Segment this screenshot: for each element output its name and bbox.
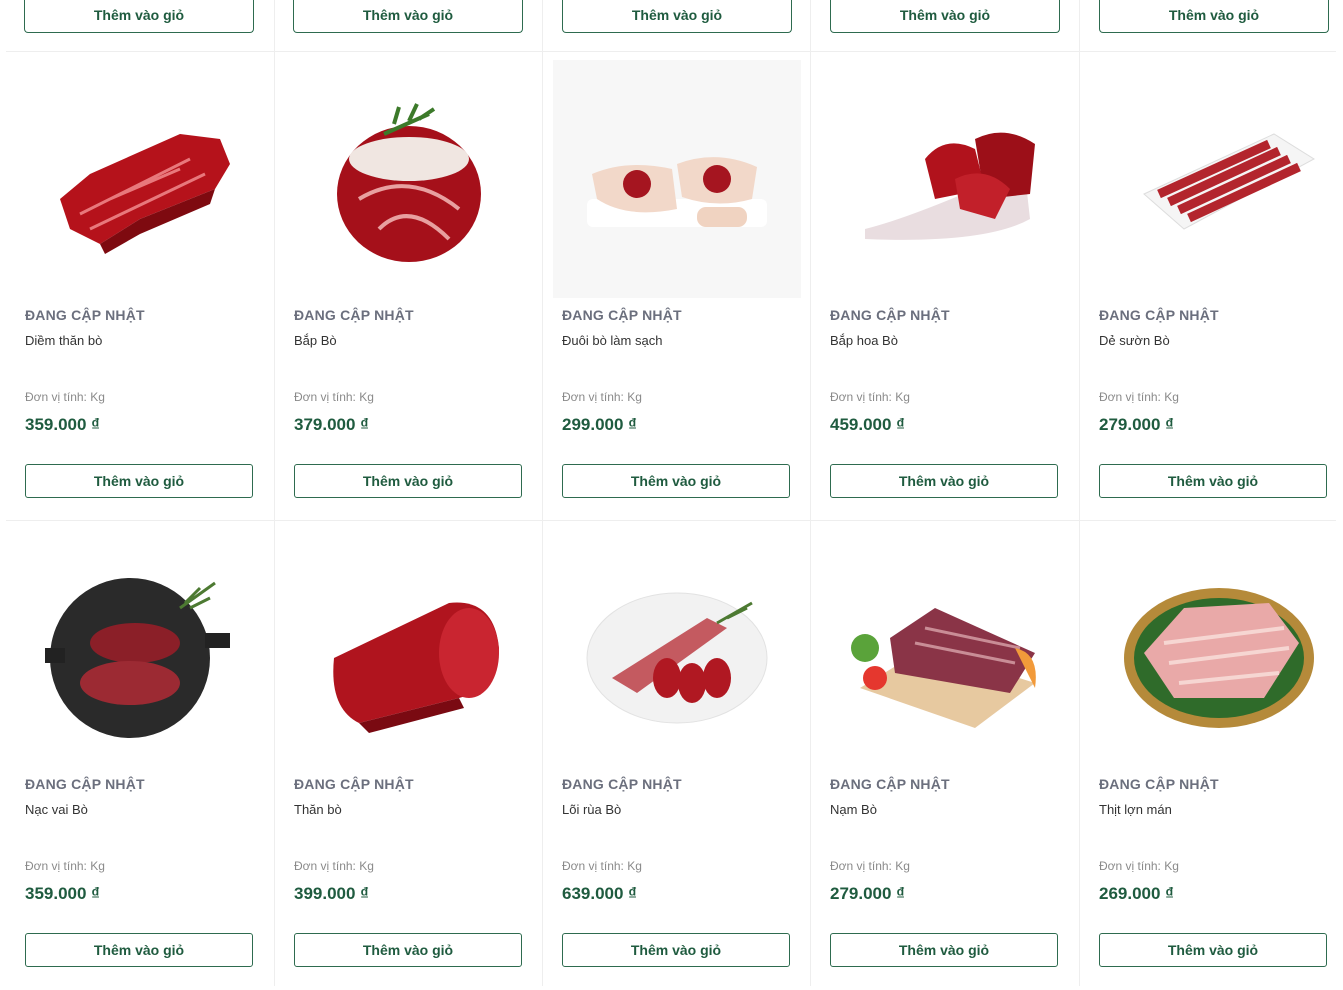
product-price: 459.000 ₫ [830,415,905,434]
product-card[interactable]: ĐANG CẬP NHẬT Đuôi bò làm sạch Đơn vị tí… [543,52,811,521]
product-unit: Đơn vị tính: Kg [294,390,374,404]
product-name[interactable]: Dẻ sườn Bò [1099,333,1170,348]
product-price: 399.000 ₫ [294,884,369,903]
add-to-cart-button[interactable]: Thêm vào giỏ [294,933,522,967]
product-image[interactable] [553,60,801,298]
product-unit: Đơn vị tính: Kg [294,859,374,873]
product-brand: ĐANG CẬP NHẬT [830,776,950,792]
beef-brisket-board-icon [851,608,1036,728]
add-to-cart-button[interactable]: Thêm vào giỏ [1099,933,1327,967]
beef-heel-muscle-icon [865,132,1035,240]
product-name[interactable]: Nạm Bò [830,802,877,817]
product-price: 269.000 ₫ [1099,884,1174,903]
product-image[interactable] [821,529,1069,767]
add-to-cart-button[interactable]: Thêm vào giỏ [1099,464,1327,498]
product-price: 299.000 ₫ [562,415,637,434]
product-name[interactable]: Bắp hoa Bò [830,333,898,348]
product-name[interactable]: Thăn bò [294,802,342,817]
product-unit: Đơn vị tính: Kg [1099,859,1179,873]
product-name[interactable]: Bắp Bò [294,333,337,348]
product-price: 279.000 ₫ [1099,415,1174,434]
add-to-cart-button[interactable]: Thêm vào giỏ [562,0,792,33]
product-image[interactable] [821,60,1069,298]
pork-on-woven-tray-icon [1124,588,1314,728]
product-unit: Đơn vị tính: Kg [25,859,105,873]
product-unit: Đơn vị tính: Kg [25,390,105,404]
beef-shin-slices-plate-icon [586,592,768,724]
product-image[interactable] [285,60,533,298]
product-price: 359.000 ₫ [25,884,100,903]
product-price: 359.000 ₫ [25,415,100,434]
product-card[interactable]: ĐANG CẬP NHẬT Nạc vai Bò Đơn vị tính: Kg… [6,521,274,990]
product-card[interactable]: ĐANG CẬP NHẬT Diềm thăn bò Đơn vị tính: … [6,52,274,521]
add-to-cart-button[interactable]: Thêm vào giỏ [293,0,523,33]
product-image[interactable] [1090,60,1338,298]
add-to-cart-button[interactable]: Thêm vào giỏ [830,0,1060,33]
product-brand: ĐANG CẬP NHẬT [1099,776,1219,792]
add-to-cart-button[interactable]: Thêm vào giỏ [25,464,253,498]
beef-shank-with-rosemary-icon [337,103,481,262]
add-to-cart-button[interactable]: Thêm vào giỏ [25,933,253,967]
oxtail-pieces-icon [587,157,767,227]
add-to-cart-button[interactable]: Thêm vào giỏ [830,464,1058,498]
product-image[interactable] [16,60,264,298]
product-card[interactable]: ĐANG CẬP NHẬT Bắp hoa Bò Đơn vị tính: Kg… [811,52,1079,521]
add-to-cart-button[interactable]: Thêm vào giỏ [562,464,790,498]
product-unit: Đơn vị tính: Kg [830,390,910,404]
product-unit: Đơn vị tính: Kg [562,390,642,404]
product-brand: ĐANG CẬP NHẬT [830,307,950,323]
product-name[interactable]: Đuôi bò làm sạch [562,333,662,348]
product-card[interactable]: ĐANG CẬP NHẬT Bắp Bò Đơn vị tính: Kg 379… [275,52,543,521]
product-price: 279.000 ₫ [830,884,905,903]
product-name[interactable]: Nạc vai Bò [25,802,88,817]
product-image[interactable] [553,529,801,767]
beef-flank-cut-icon [60,134,230,254]
product-card[interactable]: ĐANG CẬP NHẬT Thăn bò Đơn vị tính: Kg 39… [275,521,543,990]
product-brand: ĐANG CẬP NHẬT [1099,307,1219,323]
beef-rib-strips-tray-icon [1143,133,1315,230]
add-to-cart-button[interactable]: Thêm vào giỏ [562,933,790,967]
product-brand: ĐANG CẬP NHẬT [562,776,682,792]
product-image[interactable] [1090,529,1338,767]
product-name[interactable]: Thịt lợn mán [1099,802,1172,817]
product-brand: ĐANG CẬP NHẬT [294,307,414,323]
add-to-cart-button[interactable]: Thêm vào giỏ [830,933,1058,967]
product-image[interactable] [16,529,264,767]
product-brand: ĐANG CẬP NHẬT [294,776,414,792]
product-grid: Thêm vào giỏ Thêm vào giỏ Thêm vào giỏ T… [0,0,1343,986]
product-name[interactable]: Diềm thăn bò [25,333,102,348]
add-to-cart-button[interactable]: Thêm vào giỏ [24,0,254,33]
beef-tenderloin-icon [333,602,499,733]
product-card[interactable]: ĐANG CẬP NHẬT Thịt lợn mán Đơn vị tính: … [1080,521,1343,990]
product-price: 379.000 ₫ [294,415,369,434]
add-to-cart-button[interactable]: Thêm vào giỏ [294,464,522,498]
product-card[interactable]: ĐANG CẬP NHẬT Dẻ sườn Bò Đơn vị tính: Kg… [1080,52,1343,521]
product-image[interactable] [285,529,533,767]
product-unit: Đơn vị tính: Kg [830,859,910,873]
product-unit: Đơn vị tính: Kg [562,859,642,873]
product-brand: ĐANG CẬP NHẬT [25,776,145,792]
product-brand: ĐANG CẬP NHẬT [562,307,682,323]
product-card[interactable]: ĐANG CẬP NHẬT Nạm Bò Đơn vị tính: Kg 279… [811,521,1079,990]
product-card[interactable]: ĐANG CẬP NHẬT Lõi rùa Bò Đơn vị tính: Kg… [543,521,811,990]
product-unit: Đơn vị tính: Kg [1099,390,1179,404]
product-price: 639.000 ₫ [562,884,637,903]
add-to-cart-button[interactable]: Thêm vào giỏ [1099,0,1329,33]
product-brand: ĐANG CẬP NHẬT [25,307,145,323]
beef-chuck-on-grill-pan-icon [45,578,230,738]
product-name[interactable]: Lõi rùa Bò [562,802,621,817]
